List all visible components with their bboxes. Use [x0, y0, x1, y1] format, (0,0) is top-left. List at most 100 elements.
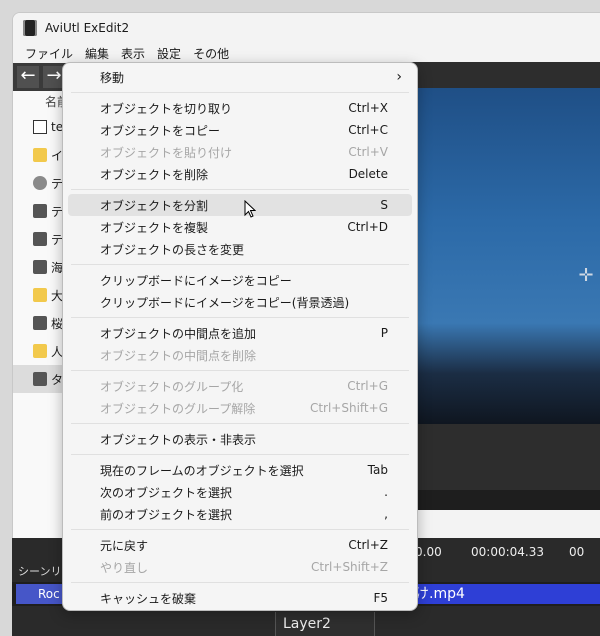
menu-item-label: オブジェクトの長さを変更 [100, 242, 245, 257]
context-menu-item[interactable]: オブジェクトを削除 Delete [68, 163, 412, 185]
menu-item-shortcut: Delete [348, 167, 388, 181]
context-menu-item: オブジェクトのグループ化 Ctrl+G [68, 375, 412, 397]
menu-item-shortcut: S [380, 198, 388, 212]
menu-edit[interactable]: 編集 [79, 45, 115, 62]
menu-separator [71, 189, 409, 190]
context-menu-item[interactable]: 移動 › [68, 66, 412, 88]
clapper-icon [33, 260, 47, 274]
menu-item-shortcut: P [380, 326, 388, 340]
mouse-cursor-icon [244, 200, 256, 218]
context-menu-item: オブジェクトを貼り付け Ctrl+V [68, 141, 412, 163]
menu-item-shortcut: Ctrl+G [347, 379, 388, 393]
menu-item-label: オブジェクトの表示・非表示 [100, 432, 257, 447]
folder-icon [33, 344, 47, 358]
video-file-icon [33, 120, 47, 134]
menu-item-shortcut: Tab [367, 463, 388, 477]
crosshair-icon[interactable]: ✛ [576, 266, 596, 286]
menu-separator [71, 317, 409, 318]
menu-item-shortcut: Ctrl+Shift+Z [311, 560, 388, 574]
context-menu-item: オブジェクトのグループ解除 Ctrl+Shift+G [68, 397, 412, 419]
menu-item-shortcut: Ctrl+X [348, 101, 388, 115]
menu-separator [71, 582, 409, 583]
menu-item-label: オブジェクトを分割 [100, 198, 209, 213]
context-menu-item[interactable]: オブジェクトを分割 S [68, 194, 412, 216]
menu-item-label: 移動 [100, 70, 125, 85]
menu-bar: ファイル 編集 表示 設定 その他 [13, 43, 600, 63]
menu-item-label: オブジェクトの中間点を削除 [100, 348, 257, 363]
menu-item-shortcut: Ctrl+V [348, 145, 388, 159]
clapper-icon [33, 372, 47, 386]
context-menu-item[interactable]: オブジェクトを複製 Ctrl+D [68, 216, 412, 238]
menu-item-label: 元に戻す [100, 538, 149, 553]
menu-settings[interactable]: 設定 [151, 45, 187, 62]
back-arrow-icon[interactable]: ← [17, 66, 39, 88]
alien-icon [33, 176, 47, 190]
menu-item-shortcut: Ctrl+C [348, 123, 388, 137]
menu-item-label: オブジェクトをコピー [100, 123, 221, 138]
menu-item-shortcut: Ctrl+D [347, 220, 388, 234]
menu-item-label: クリップボードにイメージをコピー(背景透過) [100, 295, 350, 310]
menu-item-label: 次のオブジェクトを選択 [100, 485, 233, 500]
menu-item-label: オブジェクトを複製 [100, 220, 209, 235]
menu-item-label: オブジェクトの中間点を追加 [100, 326, 257, 341]
menu-separator [71, 92, 409, 93]
preview-controls [405, 424, 600, 490]
context-menu-item[interactable]: 元に戻す Ctrl+Z [68, 534, 412, 556]
menu-item-label: オブジェクトを貼り付け [100, 145, 233, 160]
menu-separator [71, 454, 409, 455]
seek-bar[interactable] [405, 490, 600, 510]
context-menu-item[interactable]: クリップボードにイメージをコピー(背景透過) [68, 291, 412, 313]
title-bar: AviUtl ExEdit2 [13, 13, 600, 43]
menu-item-label: やり直し [100, 560, 149, 575]
ruler-tick-label: 00:00:04.33 [471, 545, 544, 559]
folder-icon [33, 148, 47, 162]
clapper-icon [33, 316, 47, 330]
context-menu-item[interactable]: 現在のフレームのオブジェクトを選択 Tab [68, 459, 412, 481]
context-menu-item[interactable]: オブジェクトの長さを変更 [68, 238, 412, 260]
menu-item-label: クリップボードにイメージをコピー [100, 273, 292, 288]
context-menu-item: やり直し Ctrl+Shift+Z [68, 556, 412, 578]
menu-item-label: 前のオブジェクトを選択 [100, 507, 233, 522]
layer-label[interactable]: Layer2 [275, 612, 375, 636]
menu-file[interactable]: ファイル [19, 45, 79, 62]
video-preview[interactable] [405, 88, 600, 424]
context-menu-item[interactable]: 前のオブジェクトを選択, [68, 503, 412, 525]
context-menu-item[interactable]: オブジェクトの表示・非表示 [68, 428, 412, 450]
ruler-tick-label: 0.00 [415, 545, 442, 559]
context-menu-item[interactable]: キャッシュを破棄 F5 [68, 587, 412, 609]
menu-view[interactable]: 表示 [115, 45, 151, 62]
menu-item-label: オブジェクトのグループ化 [100, 379, 244, 394]
menu-item-shortcut: Ctrl+Z [348, 538, 388, 552]
menu-item-shortcut: . [384, 485, 388, 499]
menu-separator [71, 370, 409, 371]
timeline-clip-video[interactable]: け.mp4 [405, 584, 600, 604]
menu-separator [71, 264, 409, 265]
folder-icon [33, 288, 47, 302]
context-menu-item[interactable]: 次のオブジェクトを選択. [68, 481, 412, 503]
window-title: AviUtl ExEdit2 [45, 21, 130, 35]
context-menu: 移動 › オブジェクトを切り取り Ctrl+X オブジェクトをコピー Ctrl+C オブジェ… [62, 62, 418, 611]
menu-item-label: オブジェクトのグループ解除 [100, 401, 256, 416]
context-menu-item[interactable]: オブジェクトの中間点を追加 P [68, 322, 412, 344]
chevron-right-icon: › [396, 69, 402, 85]
preview-toolbar [405, 62, 600, 88]
ruler-tick-label: 00 [569, 545, 585, 559]
menu-item-shortcut: Ctrl+Shift+G [309, 401, 388, 415]
menu-item-shortcut: F5 [373, 591, 388, 605]
film-icon [23, 20, 37, 36]
context-menu-item[interactable]: クリップボードにイメージをコピー [68, 269, 412, 291]
menu-item-label: キャッシュを破棄 [100, 591, 197, 606]
menu-item-label: オブジェクトを削除 [100, 167, 209, 182]
menu-separator [71, 423, 409, 424]
menu-item-label: 現在のフレームのオブジェクトを選択 [100, 463, 304, 478]
context-menu-item: オブジェクトの中間点を削除 [68, 344, 412, 366]
context-menu-item[interactable]: オブジェクトを切り取り Ctrl+X [68, 97, 412, 119]
menu-separator [71, 529, 409, 530]
clapper-icon [33, 204, 47, 218]
clapper-icon [33, 232, 47, 246]
menu-other[interactable]: その他 [187, 45, 235, 62]
menu-item-shortcut: , [384, 507, 388, 521]
timeline-ruler[interactable]: 0.00 00:00:04.33 00 [405, 543, 600, 561]
menu-item-label: オブジェクトを切り取り [100, 101, 233, 116]
context-menu-item[interactable]: オブジェクトをコピー Ctrl+C [68, 119, 412, 141]
